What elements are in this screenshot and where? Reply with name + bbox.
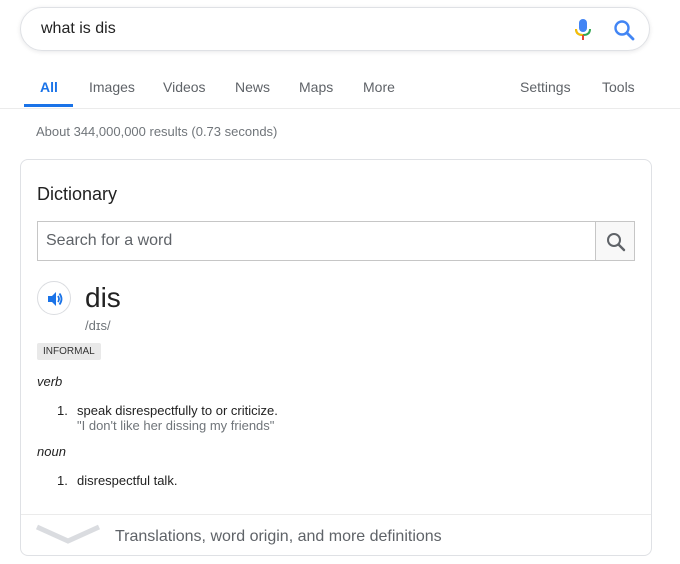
definition-example: "I don't like her dissing my friends" — [77, 418, 275, 433]
tab-all[interactable]: All — [40, 79, 58, 95]
search-icon[interactable] — [613, 19, 635, 41]
pronunciation-button[interactable] — [37, 281, 71, 315]
card-title: Dictionary — [37, 184, 118, 204]
headword: dis — [85, 282, 121, 313]
tab-maps[interactable]: Maps — [299, 79, 333, 95]
search-bar[interactable] — [20, 7, 650, 51]
word-search-input[interactable] — [37, 221, 595, 261]
search-tabs: All Images Videos News Maps More Setting… — [0, 72, 680, 109]
speaker-icon — [48, 292, 63, 306]
search-input[interactable] — [41, 20, 521, 38]
definition-text: speak disrespectfully to or criticize. — [77, 403, 278, 418]
more-definitions-link[interactable]: Translations, word origin, and more defi… — [21, 514, 651, 557]
definition-number: 1. — [57, 473, 68, 488]
definition-number: 1. — [57, 403, 68, 418]
tab-news[interactable]: News — [235, 79, 270, 95]
part-of-speech-verb: verb — [37, 374, 63, 389]
tab-images[interactable]: Images — [89, 79, 135, 95]
more-definitions-label: Translations, word origin, and more defi… — [115, 528, 442, 545]
tab-videos[interactable]: Videos — [163, 79, 206, 95]
mic-icon[interactable] — [573, 19, 593, 41]
part-of-speech-noun: noun — [37, 444, 66, 459]
search-icon — [607, 233, 626, 252]
tab-more[interactable]: More — [363, 79, 395, 95]
result-stats: About 344,000,000 results (0.73 seconds) — [36, 124, 278, 139]
tab-settings[interactable]: Settings — [520, 79, 571, 95]
usage-label: INFORMAL — [37, 343, 101, 360]
tab-tools[interactable]: Tools — [602, 79, 635, 95]
phonetic: /dɪs/ — [85, 318, 111, 333]
definition-text: disrespectful talk. — [77, 473, 178, 488]
word-search-button[interactable] — [595, 221, 635, 261]
chevron-down-icon — [35, 524, 101, 544]
active-tab-indicator — [24, 104, 73, 107]
dictionary-card: Dictionary dis /dɪs/ INFORMAL verb 1. sp… — [20, 159, 652, 556]
